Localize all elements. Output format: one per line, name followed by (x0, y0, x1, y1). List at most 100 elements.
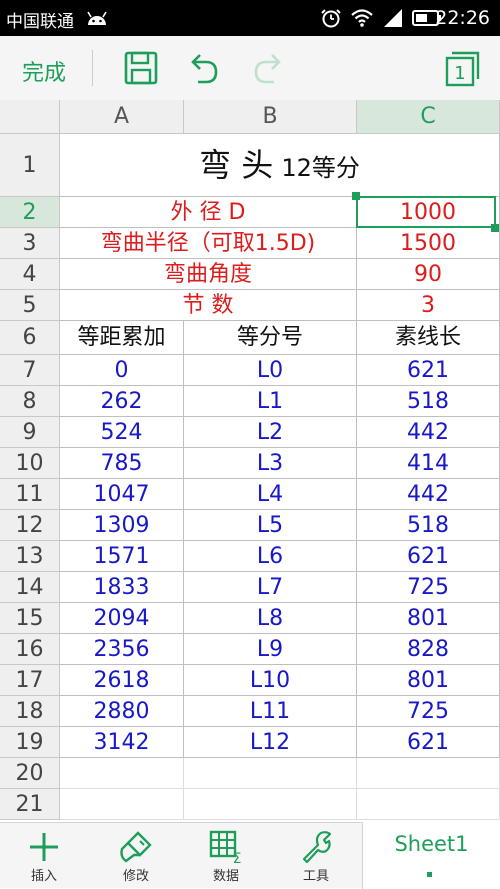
data-cell[interactable]: 1047 (60, 479, 184, 510)
column-header-b[interactable]: B (184, 100, 357, 134)
data-cell[interactable]: 518 (357, 510, 500, 541)
data-cell[interactable]: 828 (357, 634, 500, 665)
data-cell[interactable]: 1571 (60, 541, 184, 572)
tools-button[interactable]: 工具 (286, 829, 346, 887)
column-header-c[interactable]: C (357, 100, 500, 134)
data-cell[interactable]: 518 (357, 386, 500, 417)
row-header-19[interactable]: 19 (0, 727, 60, 758)
data-cell[interactable]: 621 (357, 727, 500, 758)
data-cell[interactable]: 1833 (60, 572, 184, 603)
done-button[interactable]: 完成 (22, 55, 66, 87)
selected-cell-c2[interactable] (356, 196, 496, 228)
title-cell[interactable]: 弯 头 12等分 (60, 134, 500, 197)
data-cell[interactable]: L0 (184, 355, 357, 386)
alarm-icon (321, 9, 341, 28)
row-header-4[interactable]: 4 (0, 259, 60, 290)
row-header-9[interactable]: 9 (0, 417, 60, 448)
redo-icon[interactable] (250, 50, 286, 86)
data-cell[interactable]: L5 (184, 510, 357, 541)
data-cell[interactable]: 442 (357, 479, 500, 510)
row-header-17[interactable]: 17 (0, 665, 60, 696)
data-cell[interactable]: 785 (60, 448, 184, 479)
row-header-3[interactable]: 3 (0, 228, 60, 259)
data-cell[interactable]: L12 (184, 727, 357, 758)
row-header-16[interactable]: 16 (0, 634, 60, 665)
data-cell[interactable]: 3142 (60, 727, 184, 758)
data-cell[interactable]: 262 (60, 386, 184, 417)
edit-button[interactable]: 修改 (106, 829, 166, 887)
data-cell[interactable]: L2 (184, 417, 357, 448)
data-cell[interactable]: L9 (184, 634, 357, 665)
data-button[interactable]: Σ 数据 (196, 829, 256, 887)
row-header-1[interactable]: 1 (0, 134, 60, 197)
svg-text:1: 1 (454, 63, 465, 84)
page-count-icon[interactable]: 1 (444, 50, 482, 88)
empty-cell[interactable] (357, 789, 500, 820)
column-header-a[interactable]: A (60, 100, 184, 134)
table-header-cell[interactable]: 等分号 (184, 321, 357, 355)
row-header-18[interactable]: 18 (0, 696, 60, 727)
data-cell[interactable]: L1 (184, 386, 357, 417)
param-value-cell[interactable]: 3 (357, 290, 500, 321)
table-header-cell[interactable]: 等距累加 (60, 321, 184, 355)
row-header-7[interactable]: 7 (0, 355, 60, 386)
data-cell[interactable]: 2094 (60, 603, 184, 634)
data-cell[interactable]: L10 (184, 665, 357, 696)
data-cell[interactable]: 725 (357, 572, 500, 603)
save-icon[interactable] (123, 50, 159, 86)
row-header-6[interactable]: 6 (0, 321, 60, 355)
param-value-cell[interactable]: 1500 (357, 228, 500, 259)
row-header-11[interactable]: 11 (0, 479, 60, 510)
data-cell[interactable]: L8 (184, 603, 357, 634)
data-cell[interactable]: 414 (357, 448, 500, 479)
selection-handle[interactable] (491, 224, 499, 232)
insert-button[interactable]: 插入 (14, 829, 74, 887)
empty-cell[interactable] (60, 789, 184, 820)
data-cell[interactable]: L11 (184, 696, 357, 727)
data-cell[interactable]: 725 (357, 696, 500, 727)
data-cell[interactable]: L4 (184, 479, 357, 510)
row-header-14[interactable]: 14 (0, 572, 60, 603)
select-all-corner[interactable] (0, 100, 60, 134)
data-cell[interactable]: 621 (357, 355, 500, 386)
table-header-cell[interactable]: 素线长 (357, 321, 500, 355)
data-cell[interactable]: 801 (357, 665, 500, 696)
empty-cell[interactable] (184, 789, 357, 820)
data-cell[interactable]: L6 (184, 541, 357, 572)
sheet-tab-sheet1[interactable]: Sheet1 (362, 822, 500, 889)
row-header-12[interactable]: 12 (0, 510, 60, 541)
row-header-21[interactable]: 21 (0, 789, 60, 820)
data-cell[interactable]: 1309 (60, 510, 184, 541)
data-cell[interactable]: L3 (184, 448, 357, 479)
row-header-13[interactable]: 13 (0, 541, 60, 572)
wrench-icon (302, 831, 332, 864)
data-cell[interactable]: 2880 (60, 696, 184, 727)
empty-cell[interactable] (60, 758, 184, 789)
selection-handle[interactable] (352, 192, 360, 200)
data-cell[interactable]: L7 (184, 572, 357, 603)
row-header-5[interactable]: 5 (0, 290, 60, 321)
row-header-15[interactable]: 15 (0, 603, 60, 634)
param-value-cell[interactable]: 90 (357, 259, 500, 290)
empty-cell[interactable] (184, 758, 357, 789)
spreadsheet-grid: A B C 1 2 3 4 5 6 7 8 9 10 11 12 13 14 15 16 17 18 19 20 21 弯 头1… (0, 100, 500, 822)
data-cell[interactable]: 524 (60, 417, 184, 448)
param-label-cell[interactable]: 外 径 D (60, 197, 357, 228)
table-sigma-icon: Σ (209, 830, 241, 865)
undo-icon[interactable] (186, 50, 222, 86)
row-header-10[interactable]: 10 (0, 448, 60, 479)
empty-cell[interactable] (357, 758, 500, 789)
data-cell[interactable]: 621 (357, 541, 500, 572)
data-cell[interactable]: 2618 (60, 665, 184, 696)
row-header-2[interactable]: 2 (0, 197, 60, 228)
data-cell[interactable]: 2356 (60, 634, 184, 665)
data-cell[interactable]: 801 (357, 603, 500, 634)
row-header-8[interactable]: 8 (0, 386, 60, 417)
data-cell[interactable]: 442 (357, 417, 500, 448)
row-header-20[interactable]: 20 (0, 758, 60, 789)
param-label-cell[interactable]: 弯曲角度 (60, 259, 357, 290)
param-label-cell[interactable]: 弯曲半径（可取1.5D) (60, 228, 357, 259)
param-label-cell[interactable]: 节 数 (60, 290, 357, 321)
carrier-name: 中国联通 (6, 12, 74, 32)
data-cell[interactable]: 0 (60, 355, 184, 386)
